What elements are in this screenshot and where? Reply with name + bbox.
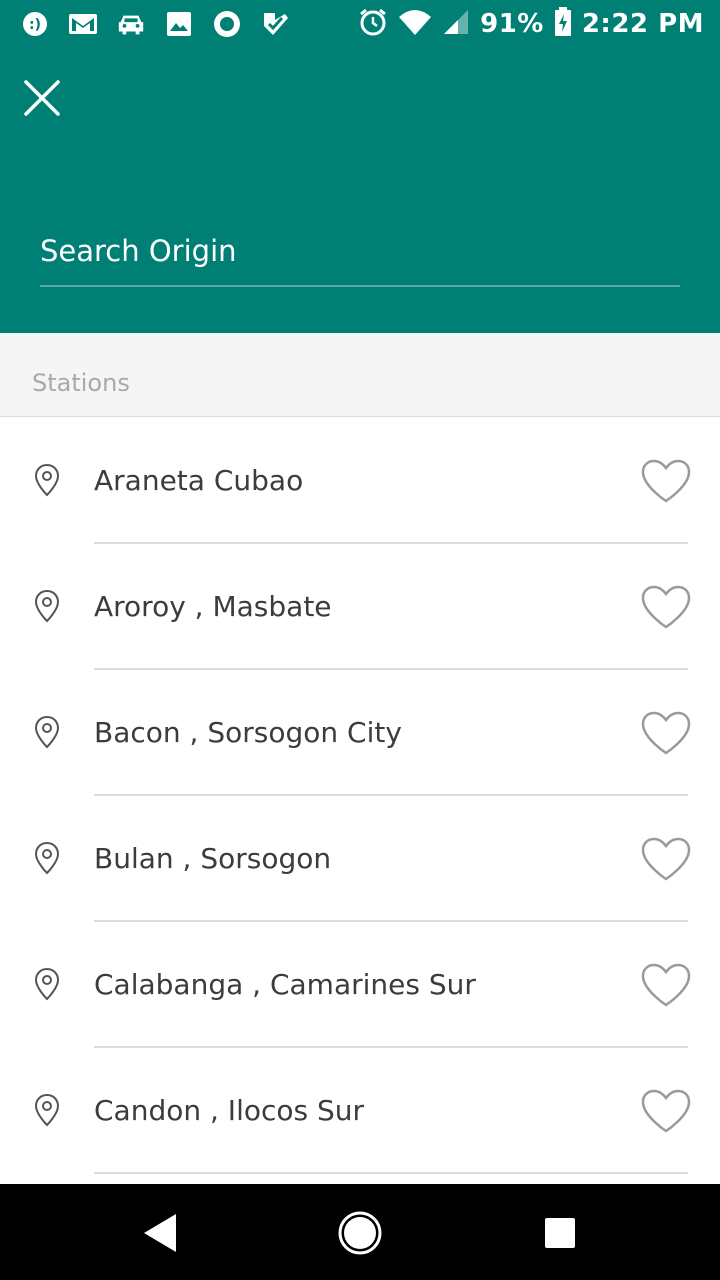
record-icon [212,9,242,39]
favorite-heart-icon[interactable] [640,1088,692,1134]
station-item[interactable]: Aroroy , Masbate [0,544,720,670]
station-item[interactable]: Calabanga , Camarines Sur [0,922,720,1048]
clock: 2:22 PM [581,9,704,39]
location-pin-icon [34,589,60,623]
station-item[interactable]: Araneta Cubao [0,418,720,544]
wifi-icon [398,8,432,40]
alarm-icon [358,7,388,41]
station-list: Araneta Cubao Aroroy , Masbate Bacon , S… [0,418,720,1174]
station-item[interactable]: Bulan , Sorsogon [0,796,720,922]
favorite-heart-icon[interactable] [640,836,692,882]
notification-icons: :) [20,9,290,39]
recents-icon [545,1218,575,1248]
svg-text::): :) [29,17,41,33]
favorite-heart-icon[interactable] [640,710,692,756]
station-name: Araneta Cubao [94,464,304,497]
section-title: Stations [32,369,130,397]
station-name: Candon , Ilocos Sur [94,1094,365,1127]
back-icon [144,1214,176,1252]
location-pin-icon [34,841,60,875]
app-header: :) 91% 2:22 PM Search Origin [0,0,720,333]
status-bar: :) 91% 2:22 PM [0,0,720,50]
station-name: Calabanga , Camarines Sur [94,968,476,1001]
location-pin-icon [34,1093,60,1127]
search-origin-input[interactable] [40,226,680,276]
message-icon: :) [20,9,50,39]
location-pin-icon [34,967,60,1001]
station-item[interactable]: Candon , Ilocos Sur [0,1048,720,1174]
signal-icon [442,8,470,40]
car-icon [116,9,146,39]
navigation-bar [0,1184,720,1280]
photo-icon [164,9,194,39]
location-pin-icon [34,715,60,749]
search-field-container [40,226,680,287]
favorite-heart-icon[interactable] [640,458,692,504]
close-icon [24,80,60,116]
location-pin-icon [34,463,60,497]
recents-button[interactable] [535,1208,585,1258]
home-button[interactable] [335,1208,385,1258]
station-item[interactable]: Bacon , Sorsogon City [0,670,720,796]
battery-percent: 91% [480,9,544,39]
battery-charging-icon [554,7,572,41]
gmail-icon [68,9,98,39]
station-name: Bulan , Sorsogon [94,842,332,875]
row-divider [94,1172,688,1174]
home-icon [338,1211,382,1255]
close-button[interactable] [20,76,64,120]
station-name: Aroroy , Masbate [94,590,332,623]
back-button[interactable] [135,1208,185,1258]
favorite-heart-icon[interactable] [640,962,692,1008]
system-status: 91% 2:22 PM [358,7,704,41]
check-icon [260,9,290,39]
station-name: Bacon , Sorsogon City [94,716,402,749]
stations-section-header: Stations [0,333,720,417]
favorite-heart-icon[interactable] [640,584,692,630]
